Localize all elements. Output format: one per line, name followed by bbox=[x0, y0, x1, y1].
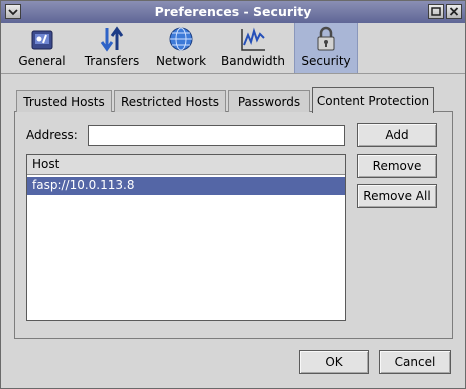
tab-restricted-hosts[interactable]: Restricted Hosts bbox=[114, 90, 226, 112]
cancel-button[interactable]: Cancel bbox=[379, 350, 451, 374]
maximize-button[interactable] bbox=[428, 4, 444, 19]
globe-icon bbox=[169, 27, 193, 51]
list-item[interactable]: fasp://10.0.113.8 bbox=[27, 177, 345, 195]
host-column-header[interactable]: Host bbox=[27, 155, 345, 175]
toolbar-label: Bandwidth bbox=[221, 54, 285, 68]
ok-button[interactable]: OK bbox=[299, 350, 369, 374]
toolbar-label: Network bbox=[155, 54, 207, 68]
category-toolbar: General Transfers Network Bandwidth Secu… bbox=[1, 23, 465, 74]
add-button[interactable]: Add bbox=[357, 123, 437, 147]
preferences-window: Preferences - Security General Transfers… bbox=[0, 0, 466, 389]
toolbar-network[interactable]: Network bbox=[153, 23, 209, 73]
toolbar-general[interactable]: General bbox=[13, 23, 71, 73]
bandwidth-graph-icon bbox=[241, 27, 265, 51]
address-input[interactable] bbox=[88, 125, 345, 146]
window-title: Preferences - Security bbox=[154, 4, 312, 19]
hosts-list[interactable]: Host fasp://10.0.113.8 bbox=[26, 154, 346, 321]
toolbar-bandwidth[interactable]: Bandwidth bbox=[219, 23, 287, 73]
address-label: Address: bbox=[26, 128, 78, 142]
maximize-icon bbox=[431, 7, 441, 16]
toolbar-label: Transfers bbox=[84, 54, 140, 68]
toolbar-transfers[interactable]: Transfers bbox=[81, 23, 143, 73]
tab-passwords[interactable]: Passwords bbox=[228, 90, 310, 112]
close-button[interactable] bbox=[446, 4, 462, 19]
toolbar-label: Security bbox=[301, 54, 351, 68]
toolbar-security[interactable]: Security bbox=[294, 23, 358, 73]
general-icon bbox=[31, 30, 53, 50]
tab-trusted-hosts[interactable]: Trusted Hosts bbox=[16, 90, 112, 112]
title-bar[interactable]: Preferences - Security bbox=[1, 1, 465, 24]
toolbar-label: General bbox=[18, 54, 66, 68]
close-icon bbox=[449, 7, 459, 16]
transfer-arrows-icon bbox=[100, 26, 124, 52]
remove-button[interactable]: Remove bbox=[357, 154, 437, 178]
padlock-icon bbox=[317, 26, 335, 51]
tab-content-protection[interactable]: Content Protection bbox=[312, 87, 434, 113]
remove-all-button[interactable]: Remove All bbox=[357, 184, 437, 208]
